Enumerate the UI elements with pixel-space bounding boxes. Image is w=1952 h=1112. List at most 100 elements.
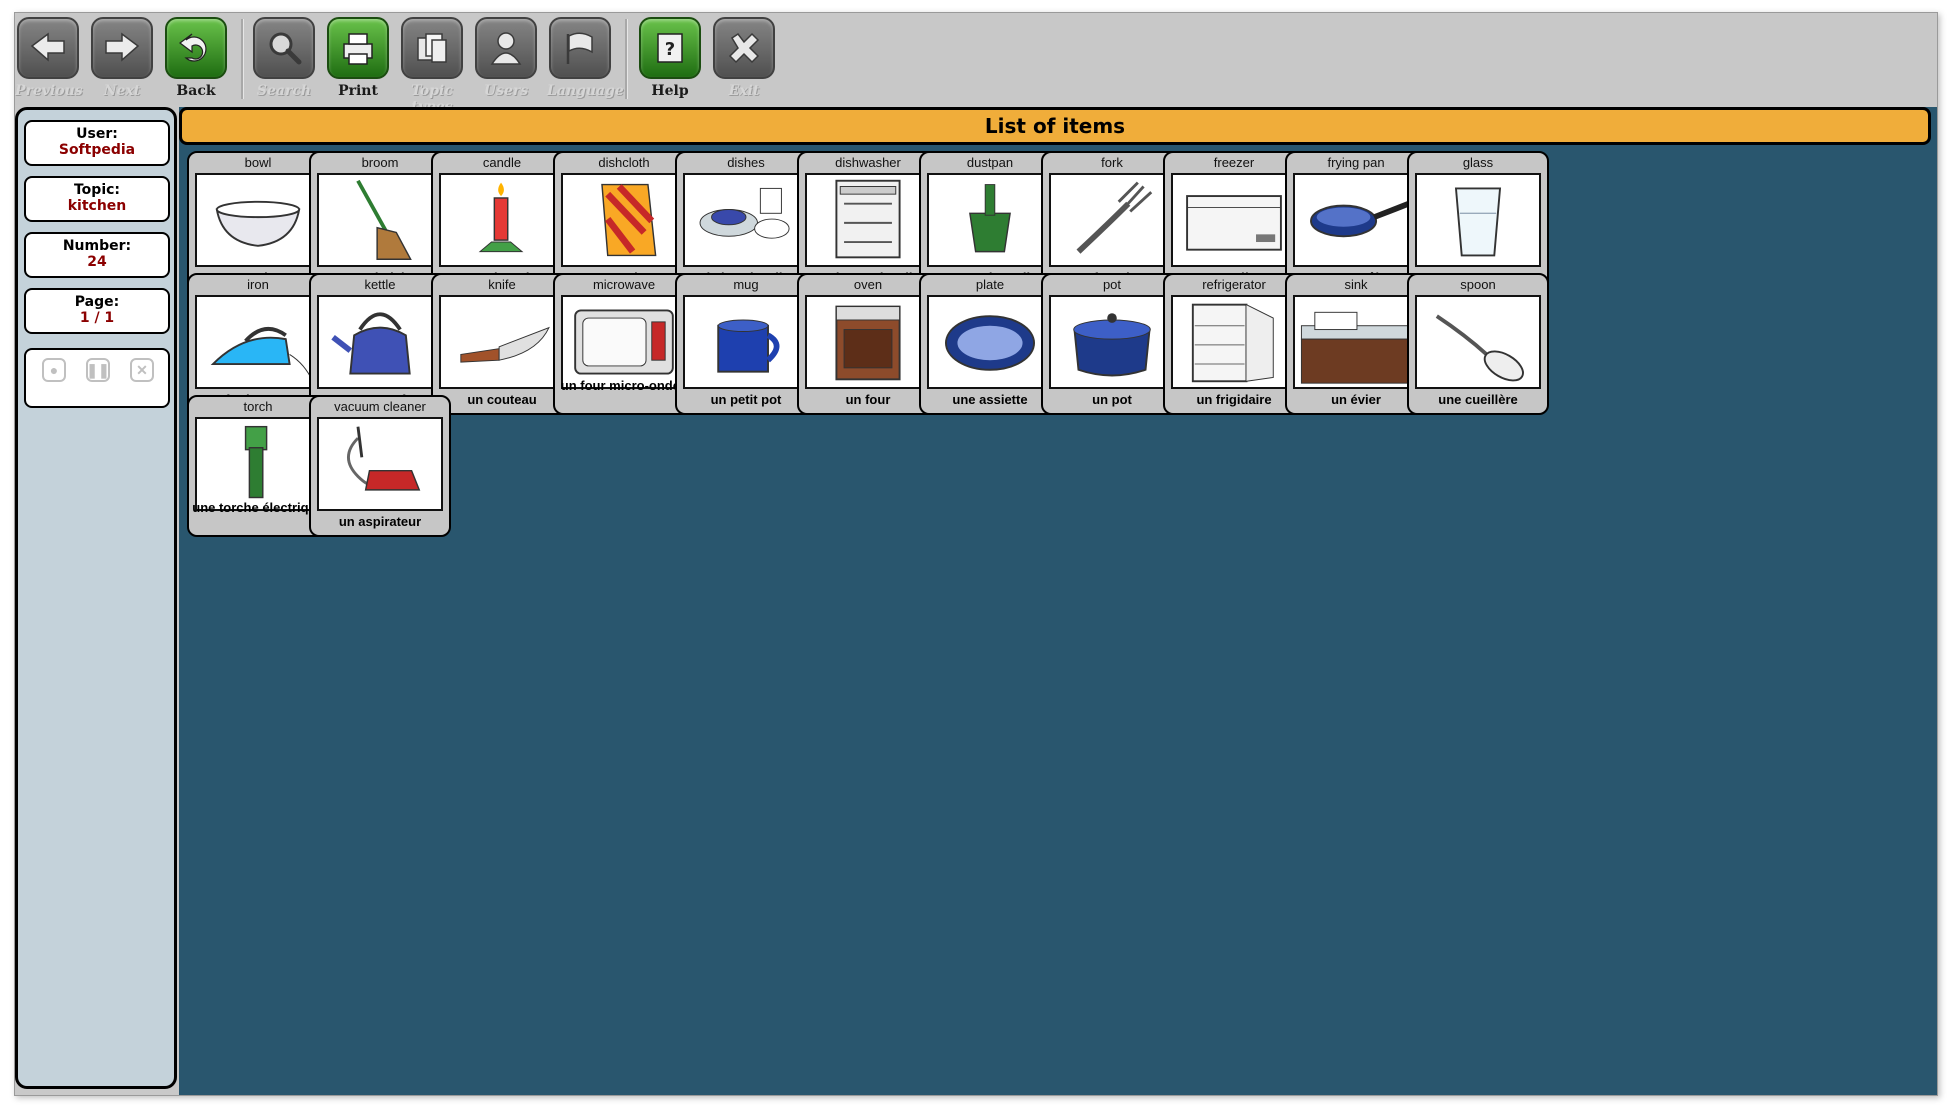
item-card-microwave[interactable]: microwave un four micro-ondes	[553, 273, 695, 415]
item-card-bowl[interactable]: bowlun plat	[187, 151, 329, 293]
item-french-label: un pot	[1092, 392, 1132, 407]
item-picture	[805, 173, 931, 267]
bowl-icon	[197, 175, 319, 265]
item-picture	[317, 295, 443, 389]
item-card-dishes[interactable]: dishesde la vaisselle	[675, 151, 817, 293]
record-icon[interactable]: ●	[42, 358, 66, 382]
language-button[interactable]: Language	[547, 17, 624, 105]
stop-icon[interactable]: ✕	[130, 358, 154, 382]
playback-controls: ● ❚❚ ✕	[24, 348, 170, 408]
search-label: Search	[256, 83, 312, 99]
oven-icon	[807, 297, 929, 387]
item-card-knife[interactable]: knife un couteau	[431, 273, 573, 415]
item-english-label: iron	[247, 277, 269, 292]
item-english-label: pot	[1102, 277, 1122, 292]
print-button[interactable]: Print	[325, 17, 391, 105]
toolbar-separator	[241, 19, 244, 99]
fridge-icon	[1173, 297, 1295, 387]
plate-icon	[929, 297, 1051, 387]
item-picture	[317, 417, 443, 511]
item-english-label: dustpan	[966, 155, 1014, 170]
list-title: List of items	[179, 107, 1931, 145]
previous-button[interactable]: Previous	[15, 17, 83, 105]
dishcloth-icon	[563, 175, 685, 265]
item-card-glass[interactable]: glassun verre	[1407, 151, 1549, 293]
item-english-label: plate	[975, 277, 1005, 292]
item-picture	[561, 173, 687, 267]
item-card-pot[interactable]: pot un pot	[1041, 273, 1183, 415]
printer-icon	[327, 17, 389, 79]
item-picture	[1293, 295, 1419, 389]
help-button[interactable]: ? Help	[637, 17, 703, 105]
user-info: User: Softpedia	[24, 120, 170, 166]
exit-icon	[713, 17, 775, 79]
back-icon	[165, 17, 227, 79]
item-english-label: dishes	[727, 155, 765, 170]
candle-icon	[441, 175, 563, 265]
item-picture	[1415, 173, 1541, 267]
users-button[interactable]: Users	[473, 17, 539, 105]
item-english-label: torch	[243, 399, 273, 414]
broom-icon	[319, 175, 441, 265]
item-picture	[1293, 173, 1419, 267]
item-card-dishcloth[interactable]: dishclothun torchon	[553, 151, 695, 293]
item-card-pan[interactable]: frying panune poêle	[1285, 151, 1427, 293]
item-picture	[439, 173, 565, 267]
item-picture	[1171, 295, 1297, 389]
topic-types-button[interactable]: Topic types	[399, 17, 465, 115]
pause-icon[interactable]: ❚❚	[86, 358, 110, 382]
toolbar: Previous Next Back Search Print Topic Us…	[15, 13, 1937, 115]
users-label: Users	[483, 83, 529, 99]
magnifier-icon	[253, 17, 315, 79]
item-card-oven[interactable]: oven un four	[797, 273, 939, 415]
item-english-label: sink	[1344, 277, 1368, 292]
item-card-broom[interactable]: broomun balai	[309, 151, 451, 293]
item-card-fork[interactable]: forkune fourchette	[1041, 151, 1183, 293]
item-card-freezer[interactable]: freezerun congélateur	[1163, 151, 1305, 293]
item-french-label: un évier	[1331, 392, 1381, 407]
item-card-fridge[interactable]: refrigerator un frigidaire	[1163, 273, 1305, 415]
exit-button[interactable]: Exit	[711, 17, 777, 105]
flag-icon	[549, 17, 611, 79]
item-card-sink[interactable]: sink un évier	[1285, 273, 1427, 415]
item-card-iron[interactable]: ironun fer à repasser	[187, 273, 329, 415]
page-info: Page: 1 / 1	[24, 288, 170, 334]
fork-icon	[1051, 175, 1173, 265]
item-card-kettle[interactable]: kettleune carafe	[309, 273, 451, 415]
item-picture	[683, 173, 809, 267]
item-picture	[195, 173, 321, 267]
item-card-candle[interactable]: candleune bougie	[431, 151, 573, 293]
user-label: User:	[76, 126, 118, 142]
item-english-label: microwave	[592, 277, 656, 292]
item-french-label: un four	[845, 392, 891, 407]
spoon-icon	[1417, 297, 1539, 387]
item-card-dustpan[interactable]: dustpanune petite pelle	[919, 151, 1061, 293]
item-card-spoon[interactable]: spoon une cueillère	[1407, 273, 1549, 415]
next-button[interactable]: Next	[89, 17, 155, 105]
item-picture	[805, 295, 931, 389]
item-french-label: un four micro-ondes	[560, 378, 688, 393]
previous-label: Previous	[15, 83, 83, 99]
back-button[interactable]: Back	[163, 17, 229, 105]
item-card-mug[interactable]: mug un petit pot	[675, 273, 817, 415]
page-value: 1 / 1	[79, 310, 115, 326]
item-english-label: broom	[361, 155, 399, 170]
item-english-label: oven	[853, 277, 883, 292]
item-card-vacuum[interactable]: vacuum cleaner un aspirateur	[309, 395, 451, 537]
item-picture	[561, 295, 687, 389]
user-value: Softpedia	[58, 142, 136, 158]
item-english-label: candle	[482, 155, 522, 170]
exit-label: Exit	[728, 83, 760, 99]
item-french-label: une assiette	[952, 392, 1028, 407]
item-french-label: un couteau	[467, 392, 537, 407]
item-card-plate[interactable]: plate une assiette	[919, 273, 1061, 415]
item-picture	[1049, 295, 1175, 389]
number-label: Number:	[62, 238, 132, 254]
topic-value: kitchen	[67, 198, 127, 214]
item-english-label: kettle	[364, 277, 396, 292]
user-icon	[475, 17, 537, 79]
item-card-torch[interactable]: torch une torche électrique	[187, 395, 329, 537]
search-button[interactable]: Search	[251, 17, 317, 105]
sink-icon	[1295, 297, 1417, 387]
item-card-dishwasher[interactable]: dishwasherun lave-vaisselle	[797, 151, 939, 293]
